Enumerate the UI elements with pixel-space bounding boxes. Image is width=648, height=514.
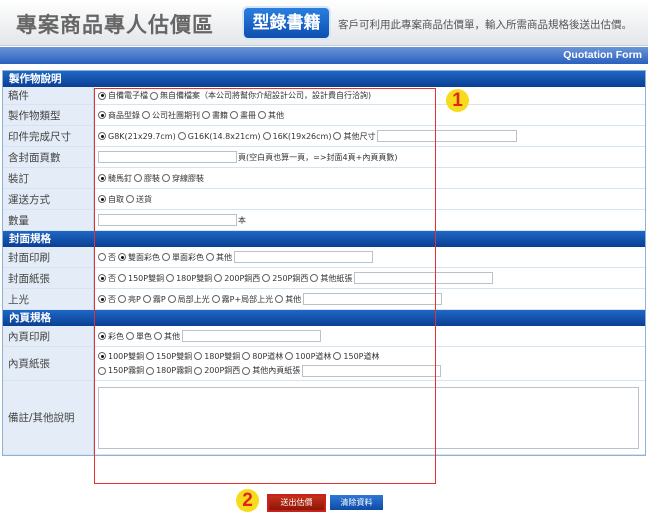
- row-label: 內頁紙張: [3, 347, 94, 380]
- row-label: 裝訂: [3, 168, 94, 188]
- form-title-bar: Quotation Form: [0, 47, 648, 64]
- form-label: Quotation Form: [563, 49, 642, 61]
- clear-form-button[interactable]: 清除資料: [330, 495, 383, 510]
- section-production: 製作物說明: [3, 71, 645, 87]
- row-label: 上光: [3, 289, 94, 309]
- row-label: 封面紙張: [3, 268, 94, 288]
- row-label: 數量: [3, 210, 94, 230]
- page-title: 專案商品專人估價區: [16, 13, 214, 37]
- submit-quote-button[interactable]: 送出估價: [267, 494, 326, 512]
- row-label: 製作物類型: [3, 105, 94, 125]
- category-badge: 型錄書籍: [244, 8, 329, 38]
- step-marker-1: 1: [446, 89, 469, 112]
- row-label: 稿件: [3, 87, 94, 104]
- header-hint: 客戶可利用此專案商品估價單，輸入所需商品規格後送出估價。: [338, 19, 632, 31]
- row-label: 印件完成尺寸: [3, 126, 94, 146]
- page-header: 專案商品專人估價區 型錄書籍 客戶可利用此專案商品估價單，輸入所需商品規格後送出…: [0, 0, 648, 46]
- highlight-box: [94, 88, 436, 484]
- step-marker-2: 2: [236, 489, 259, 512]
- row-label: 運送方式: [3, 189, 94, 209]
- row-label: 封面印刷: [3, 247, 94, 267]
- button-bar: 送出估價 清除資料: [2, 492, 646, 514]
- row-label: 含封面頁數: [3, 147, 94, 167]
- row-label: 備註/其他說明: [3, 381, 94, 454]
- row-label: 內頁印刷: [3, 326, 94, 346]
